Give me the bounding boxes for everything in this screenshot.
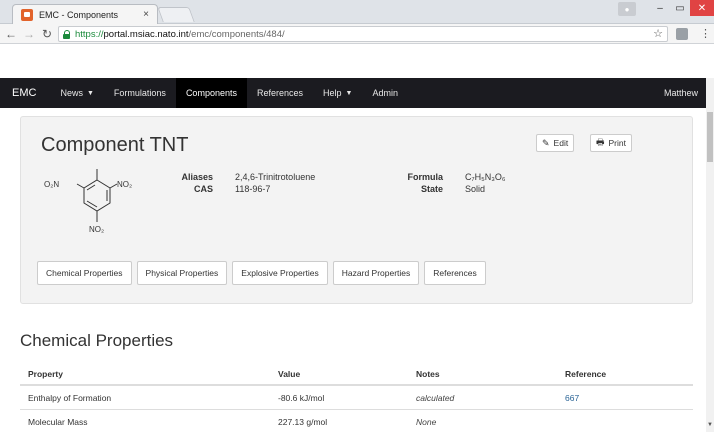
forward-arrow-icon[interactable]: → (22, 26, 36, 42)
site-navbar: EMC News ▼ Formulations Components Refere… (0, 78, 706, 108)
table-row: Molecular Mass 227.13 g/mol None (20, 410, 693, 432)
tab-title: EMC - Components (39, 9, 119, 20)
tab-physical-properties[interactable]: Physical Properties (136, 261, 228, 285)
edit-label: Edit (553, 138, 569, 148)
section-title: Chemical Properties (20, 331, 174, 350)
window-controls: ● – ▭ ✕ (618, 0, 714, 18)
browser-tabbar: EMC - Components × ● – ▭ ✕ (0, 0, 714, 24)
site-favicon-icon (21, 8, 33, 21)
pencil-icon: ✎ (542, 137, 550, 148)
formula-value: C₇H₅N₃O₆ (465, 172, 506, 182)
nav-news-label: News (60, 88, 83, 98)
nav-help[interactable]: Help ▼ (313, 78, 362, 108)
table-row: Enthalpy of Formation -80.6 kJ/mol calcu… (20, 386, 693, 410)
nav-components[interactable]: Components (175, 78, 247, 108)
tab-references[interactable]: References (424, 261, 486, 285)
cell-property: Molecular Mass (28, 417, 88, 427)
url-path: /emc/components/484/ (188, 28, 285, 40)
cell-notes: calculated (416, 393, 455, 403)
lock-icon (63, 29, 71, 39)
brand-link[interactable]: EMC (0, 78, 50, 108)
maximize-icon[interactable]: ▭ (670, 0, 690, 16)
table-header: Property Value Notes Reference (20, 362, 693, 386)
browser-menu-icon[interactable]: ⋮ (700, 27, 711, 40)
properties-table: Property Value Notes Reference Enthalpy … (20, 362, 693, 432)
new-tab-button[interactable] (157, 7, 195, 22)
cell-value: -80.6 kJ/mol (278, 393, 325, 403)
scroll-down-icon[interactable]: ▼ (707, 422, 713, 428)
tab-hazard-properties[interactable]: Hazard Properties (332, 261, 420, 285)
tab-close-icon[interactable]: × (143, 9, 149, 20)
cell-value: 227.13 g/mol (278, 417, 328, 427)
cas-label: CAS (193, 184, 213, 194)
nitro-right-label: NO₂ (117, 180, 132, 189)
url-input[interactable]: https:// portal.msiac.nato.int /emc/comp… (58, 26, 668, 42)
page-title: Component TNT (41, 134, 189, 156)
cas-value: 118-96-7 (235, 184, 271, 194)
url-scheme: https:// (75, 28, 104, 40)
extension-icon[interactable] (676, 28, 688, 40)
aliases-value: 2,4,6-Trinitrotoluene (235, 172, 316, 182)
nav-references-label: References (256, 88, 303, 98)
address-toolbar: ← → ↻ https:// portal.msiac.nato.int /em… (0, 24, 714, 44)
caret-down-icon: ▼ (86, 89, 94, 97)
nav-admin[interactable]: Admin (362, 78, 408, 108)
nav-news[interactable]: News ▼ (50, 78, 103, 108)
nav-help-label: Help (323, 88, 342, 98)
user-menu[interactable]: Matthew (656, 78, 706, 108)
formula-label: Formula (407, 172, 443, 182)
header-reference: Reference (565, 369, 607, 379)
header-value: Value (278, 369, 301, 379)
scrollbar-thumb[interactable] (707, 112, 713, 162)
minimize-icon[interactable]: – (650, 0, 670, 16)
nav-formulations[interactable]: Formulations (104, 78, 176, 108)
print-button[interactable]: 🖶 Print (590, 134, 632, 152)
nav-admin-label: Admin (372, 88, 398, 98)
component-panel: Component TNT ✎ Edit 🖶 Print O₂N NO₂ NO₂… (20, 116, 693, 304)
property-tabs: Chemical Properties Physical Properties … (37, 261, 491, 285)
header-property: Property (28, 369, 63, 379)
state-value: Solid (465, 184, 486, 194)
url-host: portal.msiac.nato.int (103, 28, 189, 40)
nitro-left-label: O₂N (44, 180, 59, 189)
molecule-structure-image: O₂N NO₂ NO₂ (44, 169, 132, 234)
reload-icon[interactable]: ↻ (40, 26, 54, 42)
close-window-icon[interactable]: ✕ (690, 0, 714, 16)
nav-references[interactable]: References (247, 78, 313, 108)
edit-button[interactable]: ✎ Edit (536, 134, 575, 152)
profile-icon[interactable]: ● (618, 2, 636, 16)
back-arrow-icon[interactable]: ← (4, 26, 18, 42)
nav-components-label: Components (185, 88, 237, 98)
caret-down-icon: ▼ (345, 89, 353, 97)
cell-notes: None (416, 417, 437, 427)
print-label: Print (608, 138, 626, 148)
header-notes: Notes (416, 369, 440, 379)
nav-formulations-label: Formulations (113, 88, 166, 98)
cell-property: Enthalpy of Formation (28, 393, 112, 403)
browser-tab[interactable]: EMC - Components × (12, 4, 158, 24)
tab-chemical-properties[interactable]: Chemical Properties (37, 261, 132, 285)
aliases-label: Aliases (181, 172, 213, 182)
state-label: State (420, 184, 443, 194)
bookmark-star-icon[interactable]: ☆ (653, 27, 663, 40)
nitro-bottom-label: NO₂ (89, 225, 104, 234)
tab-explosive-properties[interactable]: Explosive Properties (232, 261, 328, 285)
printer-icon: 🖶 (596, 137, 605, 147)
reference-link[interactable]: 667 (565, 393, 579, 403)
